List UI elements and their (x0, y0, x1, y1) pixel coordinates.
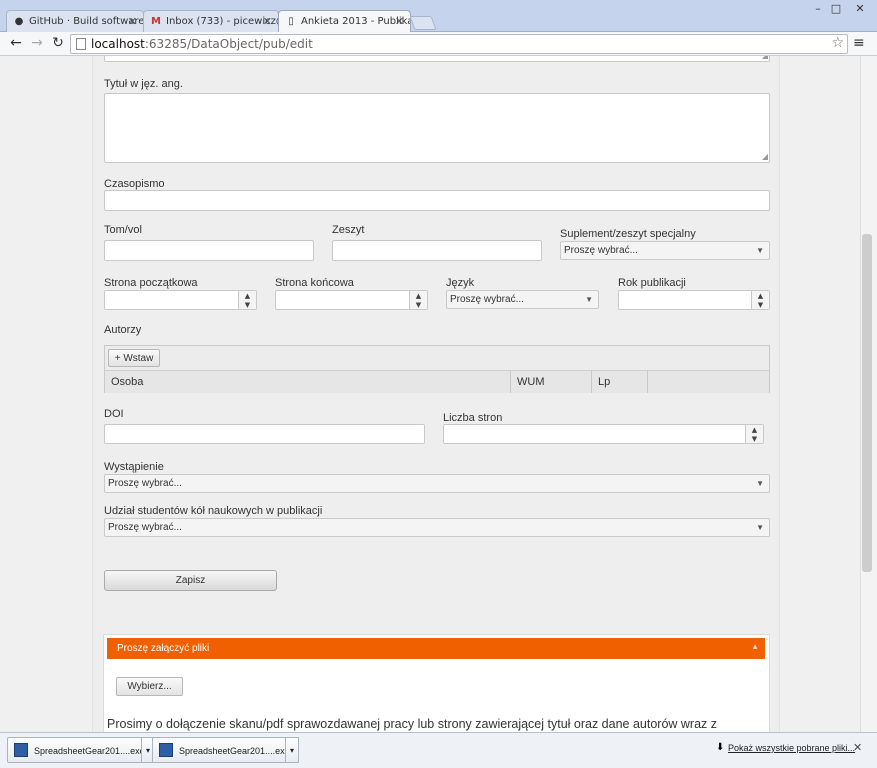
attachments-header[interactable]: Proszę załączyć pliki ▲ (107, 638, 765, 659)
attachments-title: Proszę załączyć pliki (117, 643, 210, 654)
students-label: Udział studentów kół naukowych w publika… (104, 505, 323, 517)
page-start-label: Strona początkowa (104, 277, 198, 289)
language-select[interactable]: Proszę wybrać... ▼ (446, 290, 599, 309)
download-filename: SpreadsheetGear201....exe (34, 746, 145, 756)
students-value: Proszę wybrać... (108, 522, 182, 533)
choose-file-button[interactable]: Wybierz... (116, 677, 183, 696)
browser-toolbar: ← → ↻ localhost:63285/DataObject/pub/edi… (0, 32, 877, 56)
issue-label: Zeszyt (332, 224, 365, 236)
chevron-down-icon: ▼ (585, 295, 593, 304)
authors-label: Autorzy (104, 324, 142, 336)
doi-input[interactable] (104, 424, 425, 444)
page-icon (76, 38, 86, 50)
bookmark-star-icon[interactable]: ☆ (831, 35, 844, 51)
supplement-value: Proszę wybrać... (564, 245, 638, 256)
authors-grid: + Wstaw Osoba WUM Lp (104, 345, 770, 393)
title-en-textarea[interactable]: ◢ (104, 93, 770, 163)
supplement-select[interactable]: Proszę wybrać... ▼ (560, 241, 770, 260)
students-select[interactable]: Proszę wybrać... ▼ (104, 518, 770, 537)
resize-handle-icon[interactable]: ◢ (762, 152, 768, 161)
grid-toolbar: + Wstaw (105, 346, 769, 371)
tab-ankieta[interactable]: ▯ Ankieta 2013 - Publikacja ✕ (278, 10, 411, 33)
spinner-icon[interactable]: ▲ ▼ (238, 291, 256, 309)
issue-input[interactable] (332, 240, 542, 261)
page-end-label: Strona końcowa (275, 277, 354, 289)
page-icon: ▯ (288, 16, 294, 27)
download-shelf: SpreadsheetGear201....exe ▾ SpreadsheetG… (0, 732, 877, 768)
chevron-down-icon[interactable]: ▾ (285, 737, 299, 763)
scrollbar-thumb[interactable] (862, 234, 872, 572)
page-count-label: Liczba stron (443, 412, 503, 424)
installer-file-icon (159, 743, 173, 757)
column-header-osoba[interactable]: Osoba (105, 371, 511, 393)
save-button[interactable]: Zapisz (104, 570, 277, 591)
page-start-input[interactable]: ▲ ▼ (104, 290, 257, 310)
resize-handle-icon[interactable]: ◢ (762, 56, 768, 60)
journal-input[interactable] (104, 190, 770, 211)
menu-icon[interactable]: ≡ (853, 35, 865, 51)
spinner-icon[interactable]: ▲ ▼ (745, 425, 763, 443)
maximize-icon[interactable]: □ (827, 2, 845, 15)
journal-label: Czasopismo (104, 178, 165, 190)
column-header-lp[interactable]: Lp (592, 371, 648, 393)
github-icon: ● (14, 16, 24, 27)
url-host: localhost (91, 37, 145, 51)
column-header-wum[interactable]: WUM (511, 371, 592, 393)
download-arrow-icon: ⬇ (716, 742, 725, 753)
tab-close-icon[interactable]: ✕ (263, 15, 272, 28)
page-count-input[interactable]: ▲ ▼ (443, 424, 764, 444)
back-arrow-icon[interactable]: ← (8, 35, 24, 51)
chevron-down-icon: ▼ (756, 523, 764, 532)
volume-input[interactable] (104, 240, 314, 261)
year-input[interactable]: ▲ ▼ (618, 290, 770, 310)
year-label: Rok publikacji (618, 277, 686, 289)
chevron-down-icon: ▼ (756, 479, 764, 488)
page-end-input[interactable]: ▲ ▼ (275, 290, 428, 310)
title-textarea[interactable]: ◢ (104, 56, 770, 62)
minimize-icon[interactable]: – (809, 2, 827, 15)
language-value: Proszę wybrać... (450, 294, 524, 305)
title-bar: ● GitHub · Build software be ✕ M Inbox (… (0, 0, 877, 33)
presentation-select[interactable]: Proszę wybrać... ▼ (104, 474, 770, 493)
supplement-label: Suplement/zeszyt specjalny (560, 228, 696, 240)
gmail-icon: M (151, 16, 161, 27)
spinner-icon[interactable]: ▲ ▼ (751, 291, 769, 309)
plus-icon: + (114, 353, 121, 364)
tab-close-icon[interactable]: ✕ (395, 15, 404, 28)
presentation-value: Proszę wybrać... (108, 478, 182, 489)
tab-title: GitHub · Build software be (29, 16, 144, 27)
insert-label: Wstaw (123, 353, 154, 364)
close-window-icon[interactable]: ✕ (847, 2, 873, 15)
page-viewport: ◢ Tytuł w jęz. ang. ◢ Czasopismo Tom/vol… (0, 56, 877, 732)
new-tab-button[interactable] (409, 16, 437, 30)
attachments-info: Prosimy o dołączenie skanu/pdf sprawozda… (107, 717, 718, 731)
grid-header: Osoba WUM Lp (105, 371, 769, 393)
presentation-label: Wystąpienie (104, 461, 164, 473)
insert-button[interactable]: + Wstaw (108, 349, 160, 367)
volume-label: Tom/vol (104, 224, 142, 236)
address-bar[interactable]: localhost:63285/DataObject/pub/edit ☆ (70, 34, 848, 54)
title-en-label: Tytuł w jęz. ang. (104, 78, 183, 90)
tab-close-icon[interactable]: ✕ (128, 15, 137, 28)
tab-github[interactable]: ● GitHub · Build software be ✕ (6, 10, 144, 32)
tab-gmail[interactable]: M Inbox (733) - picewicz@gr ✕ (143, 10, 279, 32)
download-filename: SpreadsheetGear201....exe (179, 746, 290, 756)
attachments-panel: Proszę załączyć pliki ▲ Wybierz... Prosi… (103, 634, 770, 732)
doi-label: DOI (104, 408, 124, 420)
installer-file-icon (14, 743, 28, 757)
reload-icon[interactable]: ↻ (50, 35, 66, 51)
download-item[interactable]: SpreadsheetGear201....exe ▾ (7, 737, 155, 763)
chevron-down-icon: ▼ (756, 246, 764, 255)
show-all-downloads-link[interactable]: Pokaż wszystkie pobrane pliki... (728, 743, 855, 753)
forward-arrow-icon[interactable]: → (29, 35, 45, 51)
close-icon[interactable]: ✕ (853, 741, 862, 754)
collapse-caret-icon[interactable]: ▲ (751, 642, 759, 651)
url-path: :63285/DataObject/pub/edit (144, 37, 313, 51)
spinner-icon[interactable]: ▲ ▼ (409, 291, 427, 309)
language-label: Język (446, 277, 475, 289)
download-item[interactable]: SpreadsheetGear201....exe ▾ (152, 737, 299, 763)
